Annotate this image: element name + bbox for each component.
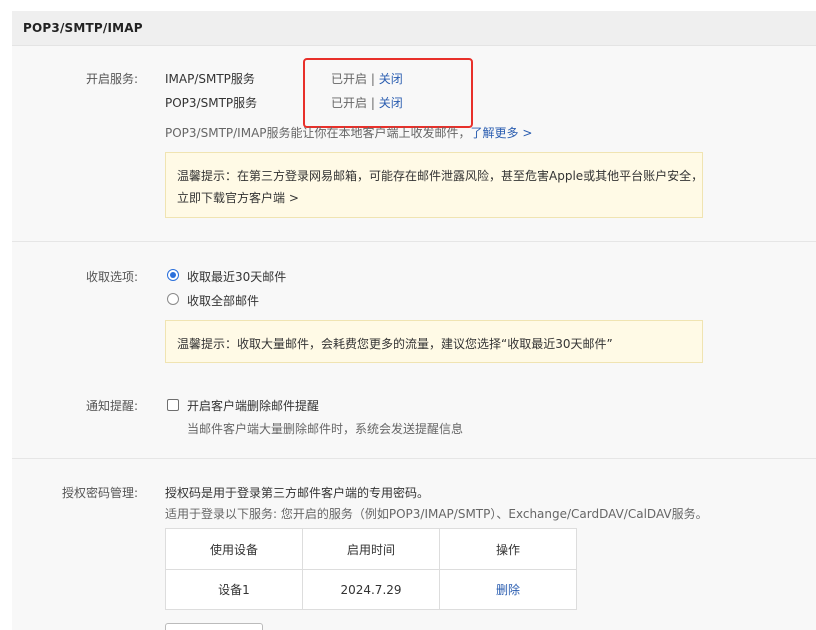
receive-all-radio[interactable] xyxy=(167,293,179,305)
services-description: POP3/SMTP/IMAP服务能让你在本地客户端上收发邮件，了解更多 > xyxy=(165,124,532,141)
table-header-device: 使用设备 xyxy=(165,528,303,570)
add-auth-code-button[interactable] xyxy=(165,623,263,630)
services-label: 开启服务: xyxy=(85,72,138,86)
auth-device-table: 使用设备 启用时间 操作 设备1 2024.7.29 删除 xyxy=(165,528,577,610)
notify-label: 通知提醒: xyxy=(85,399,138,413)
device-name-cell: 设备1 xyxy=(165,569,303,610)
section-divider-1 xyxy=(12,241,816,242)
receive-warning-tip: 温馨提示：收取大量邮件，会耗费您更多的流量，建议您选择“收取最近30天邮件” xyxy=(165,320,703,363)
notify-hint: 当邮件客户端大量删除邮件时，系统会发送提醒信息 xyxy=(187,422,464,436)
auth-description: 授权码是用于登录第三方邮件客户端的专用密码。 xyxy=(165,486,430,500)
table-header-date: 启用时间 xyxy=(302,528,440,570)
red-highlight-box xyxy=(303,58,473,128)
table-row: 设备1 2024.7.29 删除 xyxy=(165,569,577,610)
delete-device-link[interactable]: 删除 xyxy=(496,583,520,597)
panel-title: POP3/SMTP/IMAP xyxy=(23,21,143,35)
receive-label: 收取选项: xyxy=(85,270,138,284)
notify-delete-label[interactable]: 开启客户端删除邮件提醒 xyxy=(187,397,319,414)
section-divider-2 xyxy=(12,458,816,459)
receive-all-label[interactable]: 收取全部邮件 xyxy=(187,292,259,309)
panel-header: POP3/SMTP/IMAP xyxy=(12,11,816,46)
auth-services-description: 适用于登录以下服务: 您开启的服务（例如POP3/IMAP/SMTP）、Exch… xyxy=(165,507,708,521)
receive-recent-label[interactable]: 收取最近30天邮件 xyxy=(187,268,286,285)
notify-delete-checkbox[interactable] xyxy=(167,399,179,411)
device-action-cell: 删除 xyxy=(439,569,577,610)
services-description-text: POP3/SMTP/IMAP服务能让你在本地客户端上收发邮件， xyxy=(165,126,471,140)
receive-tip-text: 温馨提示：收取大量邮件，会耗费您更多的流量，建议您选择“收取最近30天邮件” xyxy=(177,337,613,351)
table-header-action: 操作 xyxy=(439,528,577,570)
download-client-link[interactable]: 立即下载官方客户端 > xyxy=(177,189,299,206)
pop3-smtp-imap-panel: POP3/SMTP/IMAP 开启服务: IMAP/SMTP服务 已开启 | 关… xyxy=(12,11,816,630)
table-header-row: 使用设备 启用时间 操作 xyxy=(165,528,577,570)
services-tip-text: 温馨提示：在第三方登录网易邮箱，可能存在邮件泄露风险，甚至危害Apple或其他平… xyxy=(177,169,704,183)
receive-recent-radio[interactable] xyxy=(167,269,179,281)
services-warning-tip: 温馨提示：在第三方登录网易邮箱，可能存在邮件泄露风险，甚至危害Apple或其他平… xyxy=(165,152,703,218)
device-date-cell: 2024.7.29 xyxy=(302,569,440,610)
imap-smtp-service-name: IMAP/SMTP服务 xyxy=(165,72,255,86)
auth-label: 授权密码管理: xyxy=(61,486,138,500)
learn-more-link[interactable]: 了解更多 > xyxy=(471,126,533,140)
pop3-smtp-service-name: POP3/SMTP服务 xyxy=(165,96,258,110)
